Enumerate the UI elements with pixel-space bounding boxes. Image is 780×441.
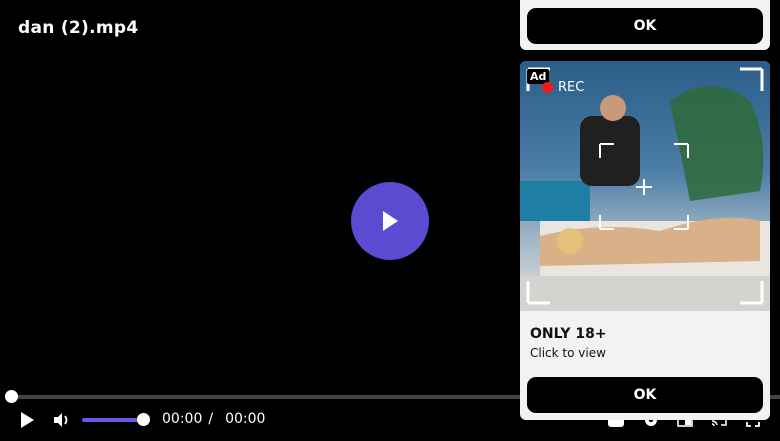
volume-slider[interactable] [82,418,144,422]
rec-label: REC [558,80,585,95]
ad-card[interactable]: Ad REC ONLY 18+ Click to view OK [520,61,770,420]
ok-button-bottom[interactable]: OK [527,377,763,413]
ad-headline[interactable]: ONLY 18+ [530,326,607,342]
ad-subtext[interactable]: Click to view [530,346,606,360]
volume-button[interactable] [52,410,72,430]
rec-dot-icon [542,82,553,93]
rec-indicator: REC [542,80,584,95]
ad-image[interactable]: Ad REC [520,61,770,311]
play-button[interactable] [16,409,38,431]
time-separator: / [208,411,214,427]
duration: 00:00 [225,411,266,427]
video-title: dan (2).mp4 [18,18,139,38]
play-icon [21,412,34,428]
progress-knob[interactable] [5,390,18,403]
ad-image-graphic [520,67,770,311]
play-icon [383,211,398,231]
time-display: 00:00 / 00:00 [162,411,271,427]
big-play-button[interactable] [351,182,429,260]
ok-button-top[interactable]: OK [527,8,763,44]
current-time: 00:00 [162,411,203,427]
volume-knob[interactable] [137,413,150,426]
ad-top-panel: OK [520,0,770,50]
volume-icon [54,413,68,427]
